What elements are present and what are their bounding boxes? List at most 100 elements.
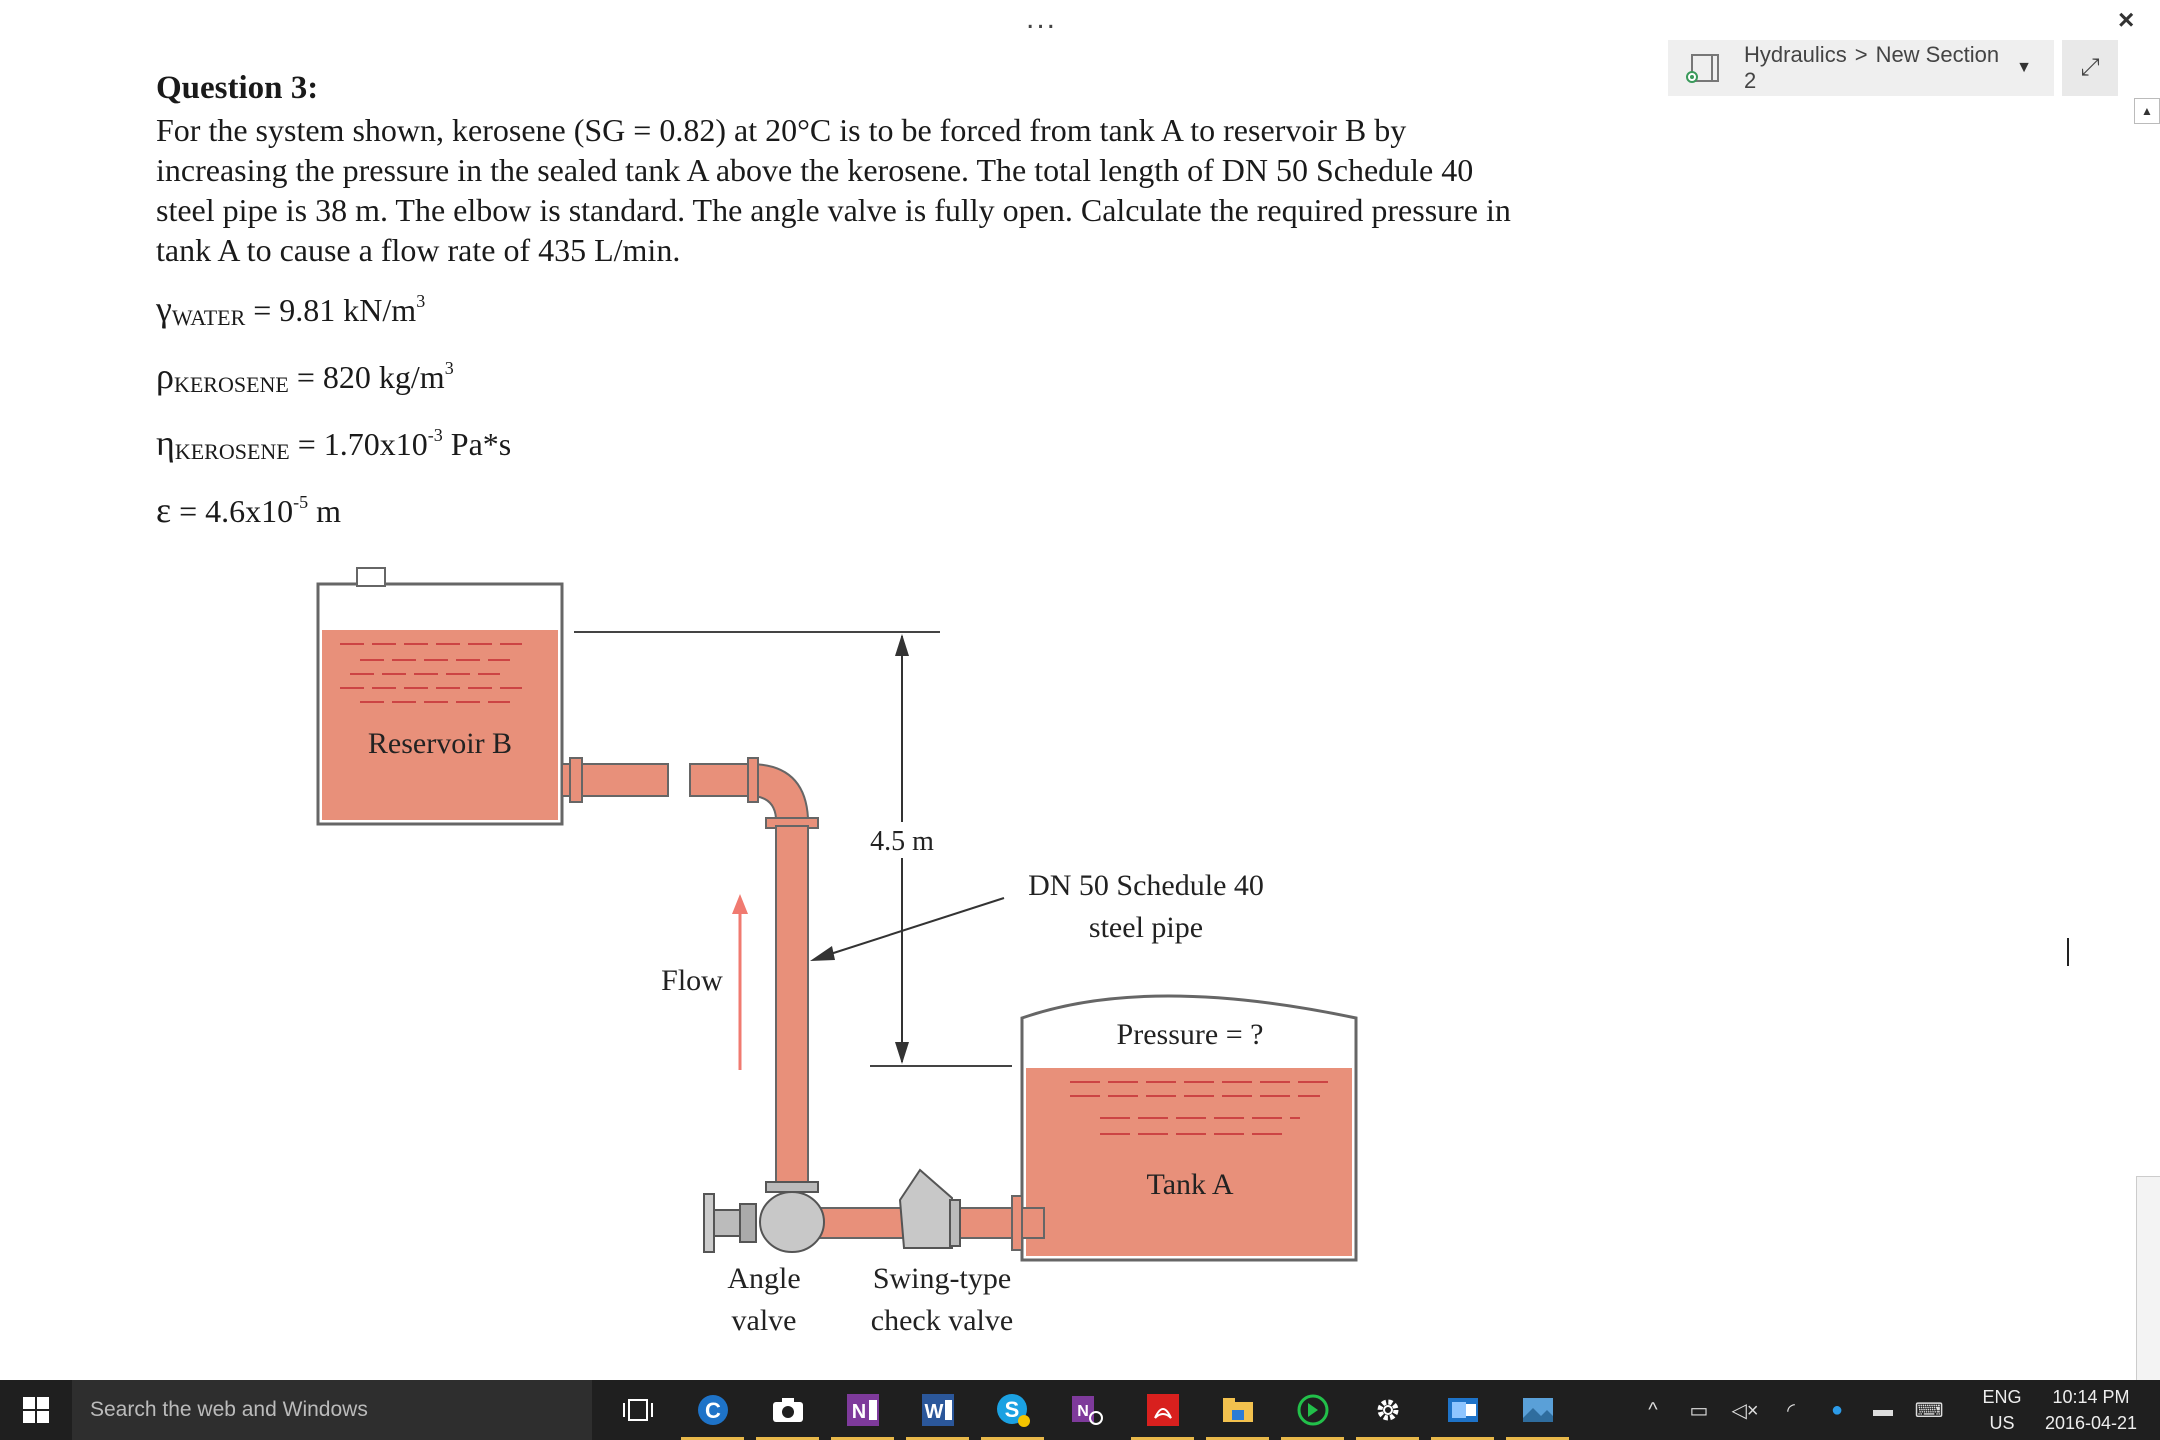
angle-valve-nut	[739, 1203, 757, 1243]
start-button[interactable]	[0, 1380, 72, 1440]
elbow-inlet-pipe	[689, 763, 751, 797]
equation-symbol: ε	[156, 490, 172, 530]
equation-value: = 1.70x10	[289, 426, 428, 462]
taskbar: Search the web and Windows C N W S N ^ ▭…	[0, 1380, 2160, 1440]
equation-exponent: -5	[293, 492, 309, 512]
svg-text:N: N	[1077, 1403, 1089, 1420]
onenote-icon[interactable]: N	[825, 1380, 900, 1440]
keyboard-icon[interactable]: ⌨	[1906, 1398, 1952, 1423]
acrobat-icon[interactable]	[1125, 1380, 1200, 1440]
svg-text:W: W	[924, 1401, 943, 1423]
clock[interactable]: 10:14 PM 2016-04-21	[2036, 1384, 2146, 1436]
question-body: For the system shown, kerosene (SG = 0.8…	[156, 112, 1511, 268]
tank-a-label: Tank A	[1146, 1168, 1233, 1201]
height-label: 4.5 m	[870, 826, 934, 857]
outlet-flange	[569, 757, 583, 803]
system-diagram: Reservoir B 4.5 m DN 50 Schedule 40 stee…	[316, 567, 1358, 1337]
language-code: ENG	[1982, 1387, 2022, 1407]
equation-value: = 820 kg/m	[288, 359, 445, 395]
given-value-line: γWATER = 9.81 kN/m3	[156, 276, 1536, 343]
onenote-window: ... × Hydraulics > New Section 2 ▼ ⤢ ▲ Que…	[0, 0, 2160, 1381]
equation-symbol: ρ	[156, 356, 174, 396]
more-options-button[interactable]: ...	[1026, 2, 1057, 36]
equation-subscript: WATER	[171, 305, 246, 330]
vertical-pipe	[775, 825, 809, 1185]
skype-icon[interactable]: S	[975, 1380, 1050, 1440]
expand-button[interactable]: ⤢	[2062, 40, 2118, 96]
word-icon[interactable]: W	[900, 1380, 975, 1440]
search-input[interactable]: Search the web and Windows	[72, 1380, 592, 1440]
camera-icon[interactable]	[750, 1380, 825, 1440]
volume-muted-icon[interactable]: ◁×	[1722, 1398, 1768, 1423]
flow-arrow-head	[732, 894, 748, 914]
onedrive-sync-icon[interactable]: ●	[1814, 1399, 1860, 1422]
svg-text:C: C	[705, 1398, 721, 1423]
file-explorer-icon[interactable]	[1200, 1380, 1275, 1440]
given-value-line: ε = 4.6x10-5 m	[156, 477, 1536, 544]
reservoir-b-label: Reservoir B	[368, 727, 512, 760]
equation-exponent: 3	[416, 291, 426, 311]
wifi-icon[interactable]: ◜	[1768, 1398, 1814, 1423]
breadcrumb-text: Hydraulics > New Section 2	[1744, 42, 2016, 94]
onenote-tools-icon[interactable]: N	[1050, 1380, 1125, 1440]
windows-logo-icon	[23, 1397, 49, 1423]
notifications-icon[interactable]: ▬	[1860, 1399, 1906, 1422]
settings-gear-icon[interactable]	[1350, 1380, 1425, 1440]
given-value-line: ηKEROSENE = 1.70x10-3 Pa*s	[156, 410, 1536, 477]
equation-unit: Pa*s	[442, 426, 512, 462]
angle-valve-label-2: valve	[732, 1304, 797, 1337]
scrollbar-thumb[interactable]	[2136, 1176, 2160, 1381]
photos-icon[interactable]	[1500, 1380, 1575, 1440]
notebook-icon	[1686, 53, 1722, 83]
chevron-down-icon[interactable]: ▼	[2016, 59, 2032, 77]
equation-unit: m	[308, 493, 342, 529]
close-button[interactable]: ×	[2118, 4, 2134, 36]
svg-text:S: S	[1004, 1397, 1019, 1422]
equation-value: = 9.81 kN/m	[245, 292, 417, 328]
clock-date: 2016-04-21	[2044, 1413, 2138, 1433]
given-values: γWATER = 9.81 kN/m3 ρKEROSENE = 820 kg/m3…	[156, 276, 1536, 544]
check-valve-label-1: Swing-type	[873, 1262, 1011, 1295]
pipe-leader-line	[817, 897, 1005, 959]
equation-value: = 4.6x10	[171, 493, 294, 529]
green-app-icon[interactable]	[1275, 1380, 1350, 1440]
angle-valve-handwheel	[703, 1193, 715, 1253]
tablet-mode-icon[interactable]: ▭	[1676, 1398, 1722, 1423]
reservoir-b-vent	[356, 567, 386, 587]
pipe-label-line-2: steel pipe	[1089, 911, 1203, 944]
equation-subscript: KEROSENE	[174, 439, 290, 464]
pressure-label: Pressure = ?	[1117, 1018, 1264, 1051]
pipe-leader-arrowhead	[810, 946, 835, 961]
equation-exponent: 3	[444, 358, 454, 378]
equation-symbol: γ	[156, 289, 172, 329]
tank-inlet-flange	[1011, 1195, 1023, 1251]
question-title: Question 3:	[156, 70, 319, 106]
check-valve-flange	[949, 1199, 961, 1247]
check-valve-label-2: check valve	[871, 1304, 1013, 1337]
elbow-flange-top	[747, 757, 759, 803]
clock-time: 10:14 PM	[2052, 1387, 2130, 1407]
pipe-label-line-1: DN 50 Schedule 40	[1028, 869, 1264, 902]
notebook-breadcrumb[interactable]: Hydraulics > New Section 2 ▼	[1668, 40, 2054, 96]
angle-valve-label-1: Angle	[727, 1262, 800, 1295]
dimension-arrow-bottom	[895, 1042, 909, 1064]
language-indicator[interactable]: ENG US	[1980, 1384, 2024, 1436]
cortana-icon[interactable]: C	[675, 1380, 750, 1440]
text-cursor	[2067, 938, 2069, 966]
task-view-icon[interactable]	[600, 1380, 675, 1440]
taskbar-apps: C N W S N	[600, 1380, 1575, 1440]
region-code: US	[1989, 1413, 2015, 1433]
svg-text:N: N	[851, 1401, 865, 1423]
page-content[interactable]: Question 3: For the system shown, kerose…	[156, 66, 1536, 544]
angle-valve-body	[759, 1191, 825, 1253]
chevron-up-icon[interactable]: ^	[1630, 1399, 1676, 1422]
dimension-arrow-top	[895, 634, 909, 656]
flow-label: Flow	[661, 964, 723, 997]
notebook-name: Hydraulics	[1744, 42, 1847, 67]
outlook-icon[interactable]	[1425, 1380, 1500, 1440]
equation-symbol: η	[156, 423, 175, 463]
equation-subscript: KEROSENE	[173, 372, 289, 397]
equation-exponent: -3	[427, 425, 443, 445]
check-valve-body	[898, 1168, 953, 1249]
scroll-up-button[interactable]: ▲	[2134, 98, 2160, 124]
